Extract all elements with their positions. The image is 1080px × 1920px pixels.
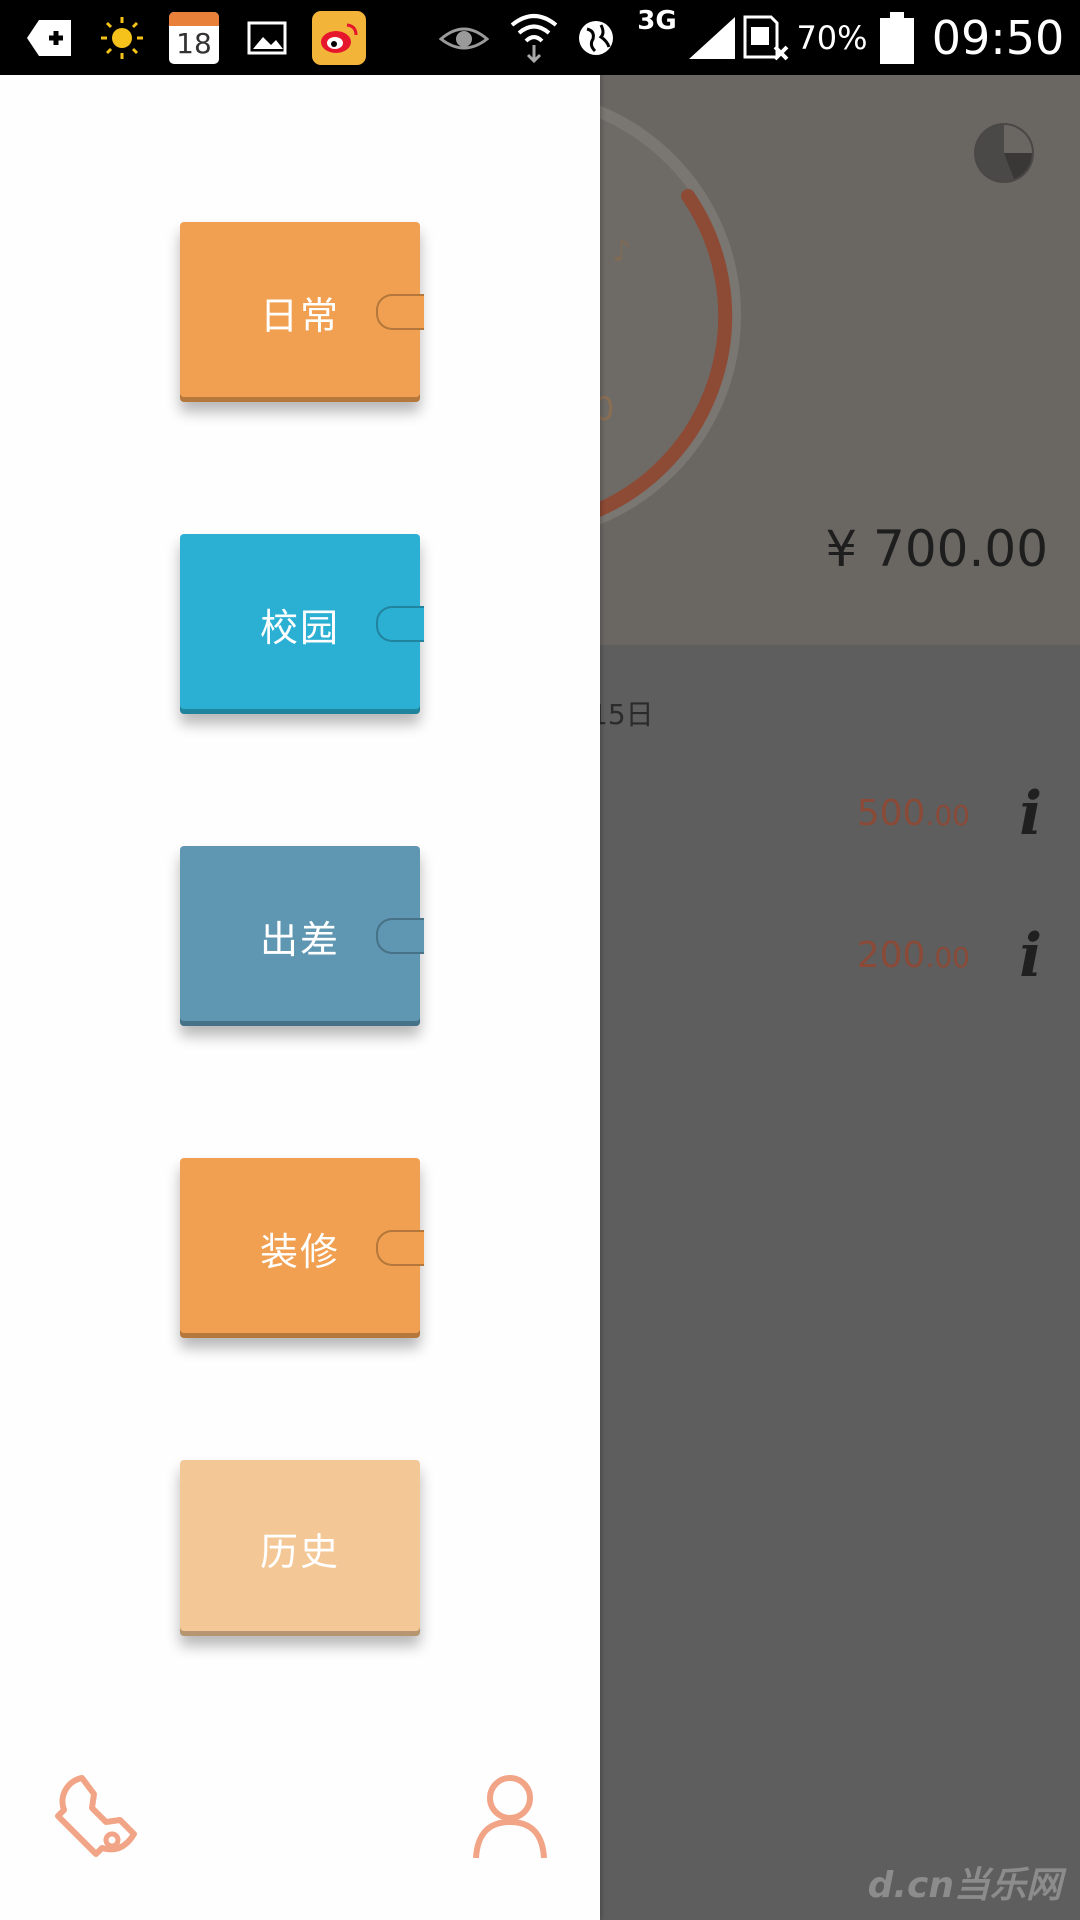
calendar-day: 18 [176, 26, 212, 60]
book-label: 出差 [259, 917, 340, 962]
weather-sun-icon [98, 0, 146, 75]
total-amount: ¥ 700.00 [825, 520, 1048, 578]
info-icon[interactable]: i [1019, 921, 1042, 991]
signal-icon [686, 0, 738, 75]
info-icon[interactable]: i [1019, 779, 1042, 849]
status-bar: 18 3G 70% 09:50 [0, 0, 1080, 75]
book-campus[interactable]: 校园 [180, 534, 424, 714]
book-clasp [376, 606, 424, 642]
book-clasp [376, 294, 424, 330]
book-label: 日常 [259, 293, 340, 338]
book-label: 装修 [259, 1229, 340, 1274]
sim-missing-icon [740, 0, 792, 75]
battery-icon [876, 0, 918, 75]
pie-chart-icon[interactable] [974, 123, 1034, 183]
settings-wrench-icon[interactable] [52, 1770, 142, 1860]
gallery-icon [246, 0, 288, 75]
network-type: 3G [637, 6, 677, 36]
book-label: 校园 [259, 605, 340, 650]
svg-text:♪: ♪ [612, 234, 631, 269]
navigation-drawer: 日常 校园 出差 装修 历史 [0, 75, 600, 1920]
user-profile-icon[interactable] [470, 1772, 550, 1862]
add-notification-icon [20, 0, 80, 75]
wifi-icon [508, 0, 560, 75]
weibo-icon [312, 0, 366, 75]
expense-amount: 500.00 [856, 793, 970, 834]
eye-icon [438, 0, 490, 75]
book-daily[interactable]: 日常 [180, 222, 424, 402]
calendar-icon: 18 [168, 0, 220, 75]
book-business-trip[interactable]: 出差 [180, 846, 424, 1026]
book-clasp [376, 918, 424, 954]
book-history[interactable]: 历史 [180, 1460, 420, 1636]
book-renovation[interactable]: 装修 [180, 1158, 424, 1338]
book-label: 历史 [259, 1529, 340, 1574]
watermark-logo: d.cn当乐网 [867, 1865, 1062, 1906]
book-clasp [376, 1230, 424, 1266]
battery-percent: 70% [796, 18, 868, 57]
expense-amount: 200.00 [856, 935, 970, 976]
clock: 09:50 [931, 10, 1065, 65]
globe-icon [576, 0, 616, 75]
